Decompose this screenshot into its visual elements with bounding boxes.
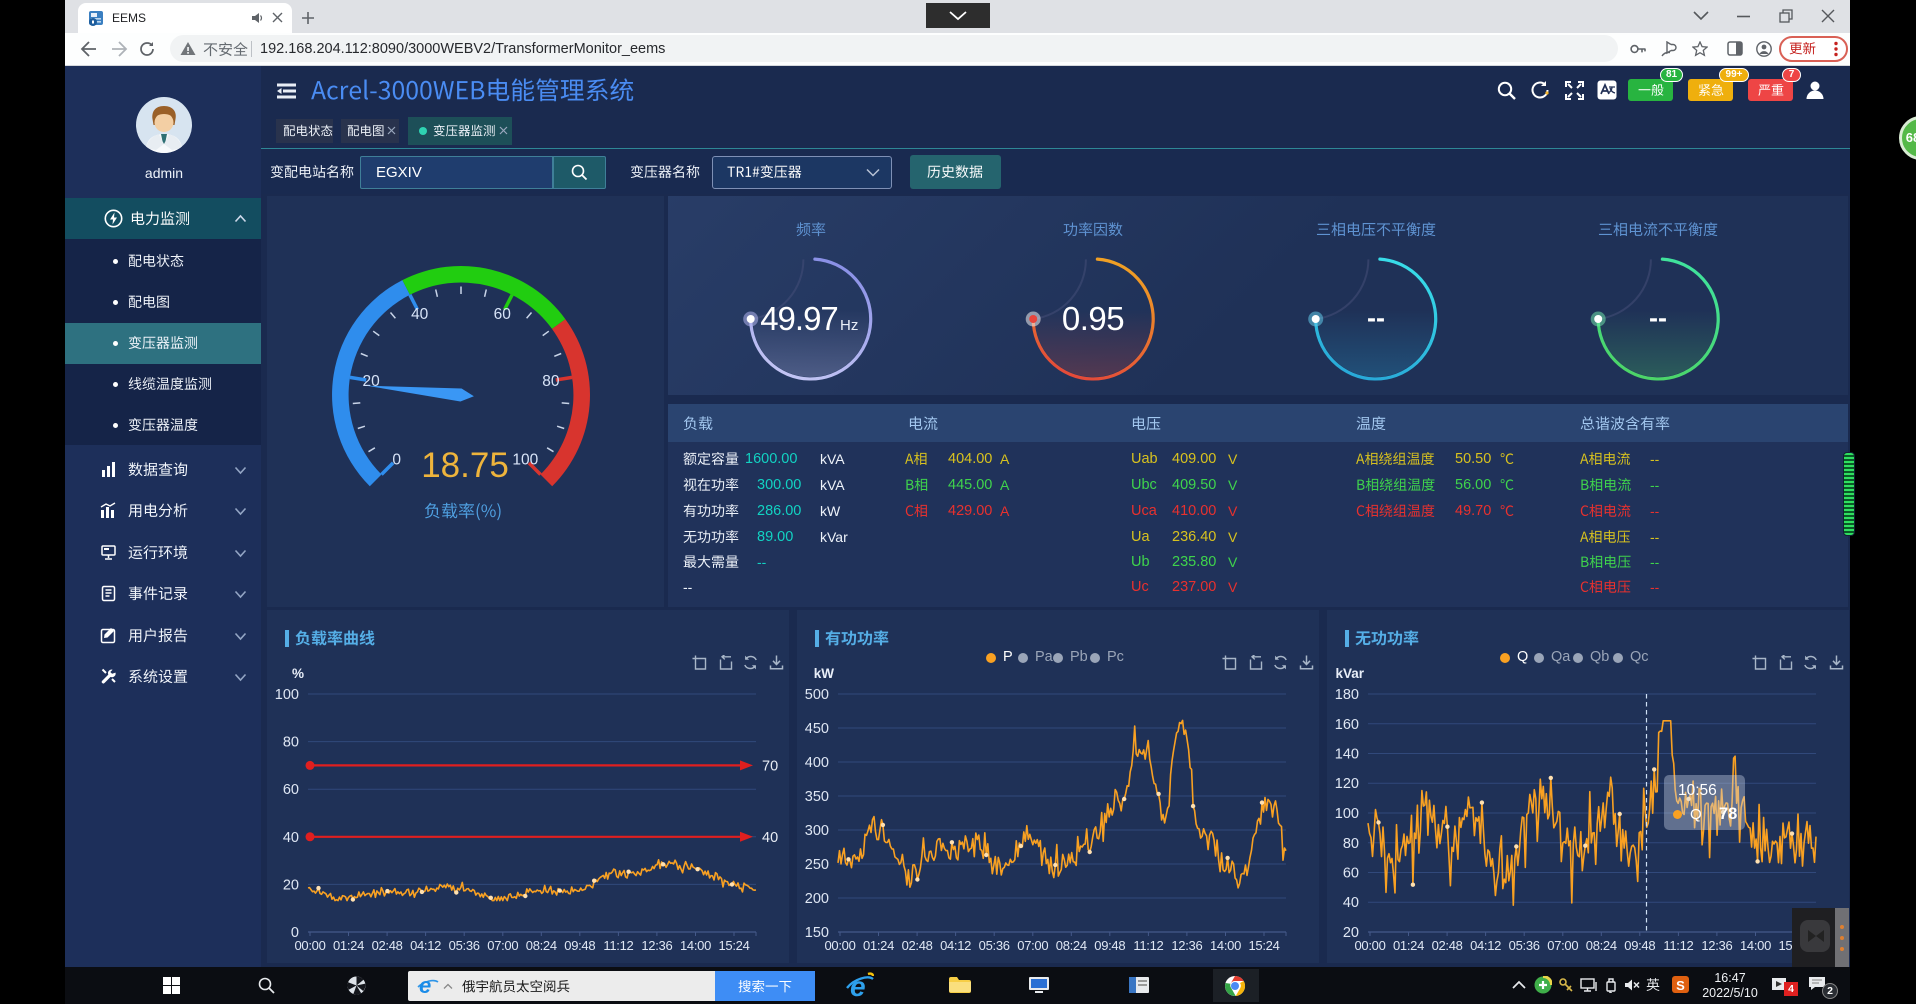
svg-text:100: 100 bbox=[275, 687, 299, 703]
svg-text:07:00: 07:00 bbox=[487, 938, 518, 953]
svg-text:500: 500 bbox=[805, 687, 829, 703]
svg-text:450: 450 bbox=[805, 721, 829, 737]
svg-text:60: 60 bbox=[494, 306, 512, 323]
svg-text:01:24: 01:24 bbox=[333, 938, 364, 953]
svg-text:11:12: 11:12 bbox=[603, 938, 633, 953]
svg-text:08:24: 08:24 bbox=[526, 938, 557, 953]
svg-text:20: 20 bbox=[283, 877, 299, 893]
svg-text:04:12: 04:12 bbox=[1470, 938, 1501, 953]
svg-text:11:12: 11:12 bbox=[1133, 938, 1163, 953]
svg-text:08:24: 08:24 bbox=[1056, 938, 1087, 953]
svg-text:40: 40 bbox=[283, 830, 299, 846]
svg-text:04:12: 04:12 bbox=[410, 938, 441, 953]
svg-text:160: 160 bbox=[1335, 717, 1359, 733]
svg-text:14:00: 14:00 bbox=[1740, 938, 1771, 953]
svg-text:02:48: 02:48 bbox=[372, 938, 403, 953]
svg-text:05:36: 05:36 bbox=[1509, 938, 1540, 953]
svg-text:05:36: 05:36 bbox=[979, 938, 1010, 953]
svg-text:15:24: 15:24 bbox=[1248, 938, 1279, 953]
svg-text:e: e bbox=[419, 974, 431, 998]
svg-text:100: 100 bbox=[1335, 806, 1359, 822]
svg-text:60: 60 bbox=[1343, 866, 1359, 882]
svg-text:07:00: 07:00 bbox=[1017, 938, 1048, 953]
svg-text:40: 40 bbox=[1343, 895, 1359, 911]
svg-text:120: 120 bbox=[1335, 776, 1359, 792]
svg-text:07:00: 07:00 bbox=[1547, 938, 1578, 953]
svg-text:80: 80 bbox=[283, 735, 299, 751]
svg-text:100: 100 bbox=[512, 451, 538, 468]
svg-text:09:48: 09:48 bbox=[1624, 938, 1655, 953]
svg-text:200: 200 bbox=[805, 891, 829, 907]
svg-text:12:36: 12:36 bbox=[1171, 938, 1202, 953]
svg-text:250: 250 bbox=[805, 857, 829, 873]
svg-text:12:36: 12:36 bbox=[641, 938, 672, 953]
svg-text:70: 70 bbox=[762, 758, 778, 774]
svg-text:01:24: 01:24 bbox=[863, 938, 894, 953]
svg-text:15:24: 15:24 bbox=[718, 938, 749, 953]
svg-text:140: 140 bbox=[1335, 747, 1359, 763]
svg-text:180: 180 bbox=[1335, 687, 1359, 703]
svg-text:05:36: 05:36 bbox=[449, 938, 480, 953]
svg-text:00:00: 00:00 bbox=[824, 938, 855, 953]
svg-text:11:12: 11:12 bbox=[1663, 938, 1693, 953]
svg-text:02:48: 02:48 bbox=[1432, 938, 1463, 953]
svg-text:40: 40 bbox=[762, 830, 778, 846]
svg-text:e: e bbox=[850, 972, 866, 1000]
svg-text:60: 60 bbox=[283, 782, 299, 798]
svg-text:00:00: 00:00 bbox=[294, 938, 325, 953]
svg-text:08:24: 08:24 bbox=[1586, 938, 1617, 953]
svg-text:14:00: 14:00 bbox=[680, 938, 711, 953]
svg-text:80: 80 bbox=[542, 373, 560, 390]
svg-text:400: 400 bbox=[805, 755, 829, 771]
svg-text:04:12: 04:12 bbox=[940, 938, 971, 953]
svg-text:300: 300 bbox=[805, 823, 829, 839]
svg-text:09:48: 09:48 bbox=[1094, 938, 1125, 953]
svg-text:14:00: 14:00 bbox=[1210, 938, 1241, 953]
svg-text:350: 350 bbox=[805, 789, 829, 805]
svg-text:12:36: 12:36 bbox=[1701, 938, 1732, 953]
svg-text:02:48: 02:48 bbox=[902, 938, 933, 953]
svg-text:00:00: 00:00 bbox=[1354, 938, 1385, 953]
svg-text:40: 40 bbox=[411, 306, 429, 323]
svg-text:80: 80 bbox=[1343, 836, 1359, 852]
svg-text:09:48: 09:48 bbox=[564, 938, 595, 953]
svg-text:0: 0 bbox=[392, 451, 401, 468]
svg-text:01:24: 01:24 bbox=[1393, 938, 1424, 953]
